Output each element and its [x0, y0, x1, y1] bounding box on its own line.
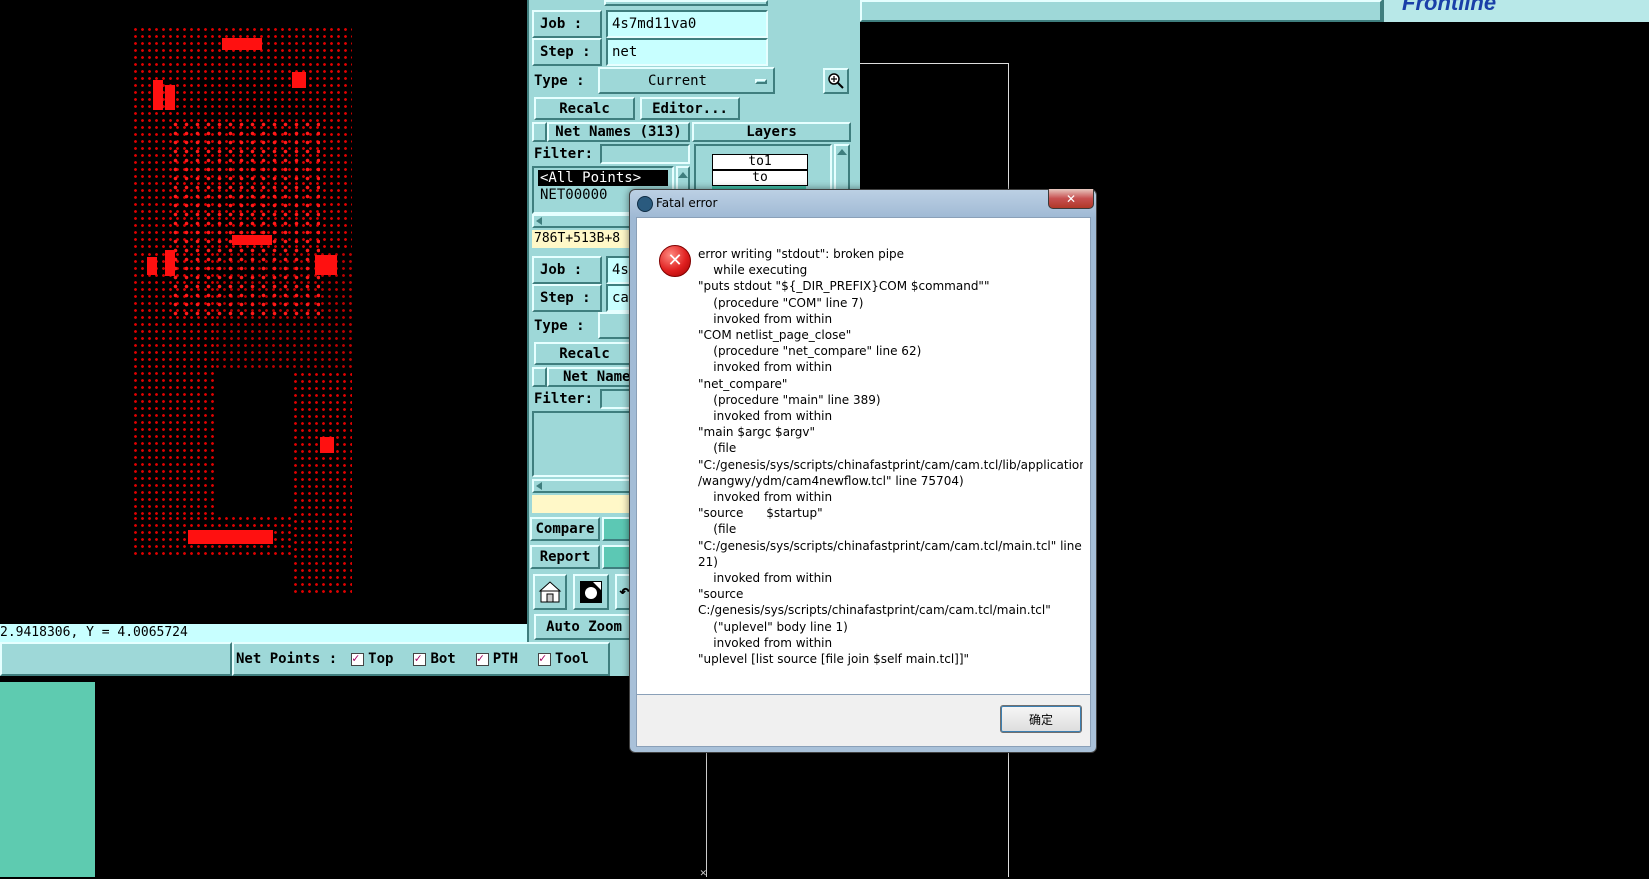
top-right-strip: [860, 0, 1382, 22]
error-icon: ✕: [659, 245, 691, 277]
checkbox-pth[interactable]: PTH: [475, 651, 518, 667]
dialog-app-icon: [637, 196, 653, 212]
logo-text: Frontline: [1402, 0, 1497, 15]
pcb-pad: [222, 38, 262, 50]
pcb-pad: [147, 257, 157, 275]
step-label: Step :: [532, 38, 602, 66]
ok-button[interactable]: 确定: [1000, 705, 1082, 733]
layers-header: Layers: [692, 122, 851, 142]
filter-label: Filter:: [534, 146, 594, 162]
report-button[interactable]: Report: [530, 545, 600, 569]
checkbox-tool-box[interactable]: [538, 651, 552, 666]
checkbox-top[interactable]: Top: [351, 651, 393, 667]
net-list-item-selected[interactable]: <All Points>: [538, 170, 668, 186]
error-message: error writing "stdout": broken pipe whil…: [698, 246, 1083, 686]
net-names-header: Net Names (313): [547, 122, 690, 142]
pcb-pad: [320, 437, 334, 453]
recalc-button-2[interactable]: Recalc: [534, 342, 635, 365]
fatal-error-dialog: Fatal error ✕ ✕ error writing "stdout": …: [629, 189, 1097, 753]
pcb-pad: [232, 235, 272, 245]
compare-button[interactable]: Compare: [530, 517, 600, 541]
vertical-guide-line: [706, 748, 707, 877]
pcb-canvas[interactable]: [0, 0, 527, 624]
editor-button[interactable]: Editor...: [640, 97, 740, 120]
net-points-left-blank: [0, 642, 232, 676]
checkbox-pth-box[interactable]: [475, 651, 489, 666]
auto-zoom-toggle[interactable]: Auto Zoom: [534, 614, 634, 640]
layer-item[interactable]: to: [712, 170, 808, 186]
type-dropdown[interactable]: Current: [598, 67, 775, 94]
net-names-toggle[interactable]: [532, 122, 547, 142]
dropdown-indicator-icon: [755, 79, 767, 84]
cursor-cross-icon: ✕: [700, 866, 707, 879]
checkbox-top-box[interactable]: [351, 651, 365, 666]
coordinate-readout: 2.9418306, Y = 4.0065724: [0, 624, 527, 642]
dialog-button-strip: 确定: [636, 695, 1091, 747]
pcb-pad: [165, 85, 175, 110]
board-outline-line: [860, 63, 1008, 64]
dialog-body: ✕ error writing "stdout": broken pipe wh…: [636, 217, 1091, 695]
error-message-text: error writing "stdout": broken pipe whil…: [698, 247, 1083, 667]
net-points-label: Net Points :: [236, 651, 338, 667]
pcb-pad: [315, 255, 337, 275]
pcb-pad: [292, 72, 306, 88]
dialog-close-button[interactable]: ✕: [1048, 189, 1094, 209]
step-label-2: Step :: [532, 284, 602, 312]
step-field[interactable]: net: [606, 38, 768, 66]
logo: Frontline: [1382, 0, 1649, 22]
layer-item[interactable]: to1: [712, 154, 808, 170]
recalc-button[interactable]: Recalc: [534, 97, 635, 120]
scroll-left-icon[interactable]: [536, 217, 542, 225]
layer-tool-icon[interactable]: [573, 574, 609, 610]
type-label: Type :: [534, 73, 585, 89]
filter-label-2: Filter:: [534, 391, 594, 407]
net-points-group: Net Points : Top Bot PTH Tool: [232, 642, 610, 676]
net-names-toggle-2[interactable]: [532, 367, 547, 387]
zoom-icon[interactable]: [823, 68, 849, 94]
checkbox-bot-box[interactable]: [413, 651, 427, 666]
pcb-pad: [188, 530, 273, 544]
pcb-board-right-col: [292, 371, 352, 593]
pcb-dense-area: [170, 120, 320, 320]
pcb-pad: [165, 250, 175, 276]
checkbox-bot[interactable]: Bot: [413, 651, 456, 667]
job-field[interactable]: 4s7md11va0: [606, 10, 768, 38]
pcb-cutout: [214, 372, 292, 512]
job-label: Job :: [532, 10, 602, 38]
scroll-up-icon[interactable]: [837, 149, 847, 155]
filter-input[interactable]: [600, 144, 690, 164]
type-label-2: Type :: [534, 318, 585, 334]
scroll-left-icon[interactable]: [536, 482, 542, 490]
close-icon[interactable]: ✕: [1066, 192, 1076, 206]
home-tool-icon[interactable]: [533, 574, 567, 610]
dialog-title: Fatal error: [656, 196, 718, 210]
panel-top-sliver: [604, 0, 768, 6]
job-label-2: Job :: [532, 256, 602, 284]
pcb-pad: [153, 80, 163, 110]
bottom-canvas[interactable]: [95, 682, 630, 877]
checkbox-tool[interactable]: Tool: [538, 651, 589, 667]
scroll-up-icon[interactable]: [678, 172, 688, 178]
bottom-left-panel: [0, 682, 95, 877]
